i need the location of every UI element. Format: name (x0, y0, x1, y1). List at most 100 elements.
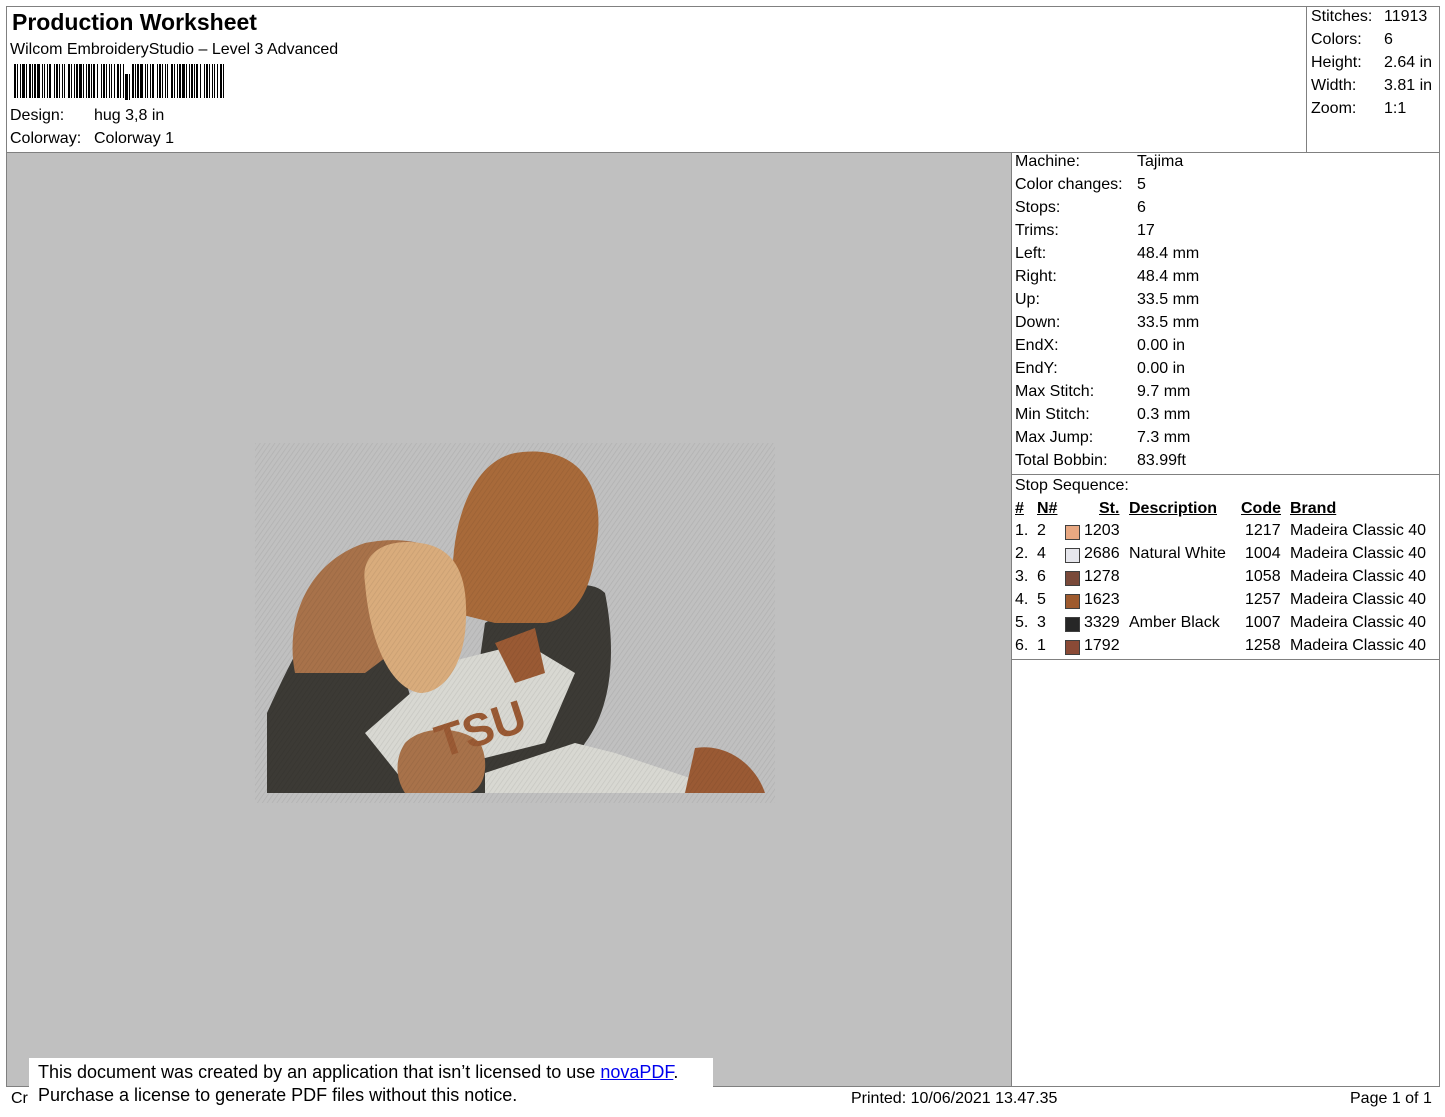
colorway-value: Colorway 1 (94, 130, 175, 147)
thread-brand: Madeira Classic 40 (1290, 591, 1427, 608)
col-header-brand: Brand (1290, 500, 1337, 517)
machine-info-label: EndX: (1015, 337, 1059, 354)
machine-info-value: 5 (1137, 176, 1146, 193)
stop-sequence-title: Stop Sequence: (1015, 477, 1129, 494)
colors-label: Colors: (1311, 31, 1362, 48)
zoom-value: 1:1 (1384, 100, 1407, 117)
machine-info-value: 0.00 in (1137, 360, 1186, 377)
row-number: 4. (1015, 591, 1029, 608)
machine-info-label: Right: (1015, 268, 1057, 285)
thread-color-swatch (1065, 525, 1080, 540)
thread-brand: Madeira Classic 40 (1290, 522, 1427, 539)
row-number: 6. (1015, 637, 1029, 654)
page-title: Production Worksheet (12, 9, 257, 35)
thread-color-swatch (1065, 594, 1080, 609)
stitch-count: 1203 (1084, 522, 1120, 539)
thread-brand: Madeira Classic 40 (1290, 614, 1427, 631)
page-number: Page 1 of 1 (1350, 1090, 1432, 1107)
thread-code: 1007 (1245, 614, 1281, 631)
machine-info-value: 33.5 mm (1137, 314, 1200, 331)
thread-code: 1058 (1245, 568, 1281, 585)
machine-info-value: 17 (1137, 222, 1155, 239)
stitch-count: 1623 (1084, 591, 1120, 608)
printed-timestamp: Printed: 10/06/2021 13.47.35 (851, 1090, 1058, 1107)
footer-left-fragment: Cr (11, 1090, 28, 1107)
height-label: Height: (1311, 54, 1362, 71)
barcode-icon (14, 64, 224, 100)
machine-info-label: Color changes: (1015, 176, 1123, 193)
thread-color-swatch (1065, 617, 1080, 632)
stop-sequence-row: 3. 6 1278 1058 Madeira Classic 40 (1011, 568, 1440, 591)
machine-info-value: 0.00 in (1137, 337, 1186, 354)
machine-info-label: Stops: (1015, 199, 1061, 216)
thread-code: 1257 (1245, 591, 1281, 608)
machine-info-label: Max Jump: (1015, 429, 1094, 446)
machine-info-label: Left: (1015, 245, 1047, 262)
zoom-label: Zoom: (1311, 100, 1357, 117)
notice-line-1-prefix: This document was created by an applicat… (38, 1062, 601, 1082)
col-header-description: Description (1129, 500, 1218, 517)
machine-info-label: Trims: (1015, 222, 1059, 239)
thread-description: Natural White (1129, 545, 1226, 562)
col-header-code: Code (1241, 500, 1281, 517)
stitches-value: 11913 (1384, 8, 1428, 25)
stop-sequence-row: 4. 5 1623 1257 Madeira Classic 40 (1011, 591, 1440, 614)
needle-number: 3 (1037, 614, 1046, 631)
colorway-label: Colorway: (10, 130, 82, 147)
stop-sequence-row: 5. 3 3329 Amber Black 1007 Madeira Classic 40 (1011, 614, 1440, 637)
stitches-label: Stitches: (1311, 8, 1373, 25)
row-number: 1. (1015, 522, 1029, 539)
machine-info-value: Tajima (1137, 153, 1184, 170)
thread-description: Amber Black (1129, 614, 1220, 631)
stop-sequence-row: 6. 1 1792 1258 Madeira Classic 40 (1011, 637, 1440, 660)
machine-info-label: Min Stitch: (1015, 406, 1090, 423)
stop-sequence-end-divider (1011, 659, 1440, 660)
row-number: 3. (1015, 568, 1029, 585)
machine-info-label: Machine: (1015, 153, 1080, 170)
thread-color-swatch (1065, 548, 1080, 563)
row-number: 2. (1015, 545, 1029, 562)
stats-divider (1306, 6, 1307, 153)
notice-line-2: Purchase a license to generate PDF files… (38, 1085, 518, 1105)
needle-number: 1 (1037, 637, 1046, 654)
stitch-count: 1792 (1084, 637, 1120, 654)
app-subtitle: Wilcom EmbroideryStudio – Level 3 Advanc… (10, 41, 339, 58)
thread-color-swatch (1065, 640, 1080, 655)
thread-color-swatch (1065, 571, 1080, 586)
thread-code: 1004 (1245, 545, 1281, 562)
notice-line-1-suffix: . (673, 1062, 679, 1082)
stop-sequence-divider (1011, 474, 1440, 475)
machine-info-label: Total Bobbin: (1015, 452, 1108, 469)
embroidery-design-image: TSU (255, 443, 775, 803)
machine-info-value: 9.7 mm (1137, 383, 1191, 400)
col-header-n: N# (1037, 500, 1058, 517)
machine-info-value: 33.5 mm (1137, 291, 1200, 308)
design-label: Design: (10, 107, 65, 124)
machine-info-value: 83.99ft (1137, 452, 1186, 469)
machine-info-label: Down: (1015, 314, 1061, 331)
needle-number: 5 (1037, 591, 1046, 608)
machine-info-label: EndY: (1015, 360, 1058, 377)
width-label: Width: (1311, 77, 1357, 94)
needle-number: 6 (1037, 568, 1046, 585)
thread-brand: Madeira Classic 40 (1290, 568, 1427, 585)
stitch-count: 1278 (1084, 568, 1120, 585)
machine-info-label: Max Stitch: (1015, 383, 1095, 400)
needle-number: 4 (1037, 545, 1046, 562)
thread-brand: Madeira Classic 40 (1290, 545, 1427, 562)
machine-info-value: 6 (1137, 199, 1146, 216)
stitch-count: 3329 (1084, 614, 1120, 631)
col-header-num: # (1015, 500, 1024, 517)
height-value: 2.64 in (1384, 54, 1433, 71)
stitch-count: 2686 (1084, 545, 1120, 562)
license-notice: This document was created by an applicat… (29, 1058, 713, 1114)
design-value: hug 3,8 in (94, 107, 165, 124)
row-number: 5. (1015, 614, 1029, 631)
machine-info-label: Up: (1015, 291, 1040, 308)
right-accent-shape (685, 747, 765, 793)
thread-code: 1217 (1245, 522, 1281, 539)
novapdf-link[interactable]: novaPDF (600, 1062, 673, 1082)
machine-info-value: 7.3 mm (1137, 429, 1191, 446)
machine-info-value: 48.4 mm (1137, 268, 1200, 285)
stop-sequence-row: 1. 2 1203 1217 Madeira Classic 40 (1011, 522, 1440, 545)
